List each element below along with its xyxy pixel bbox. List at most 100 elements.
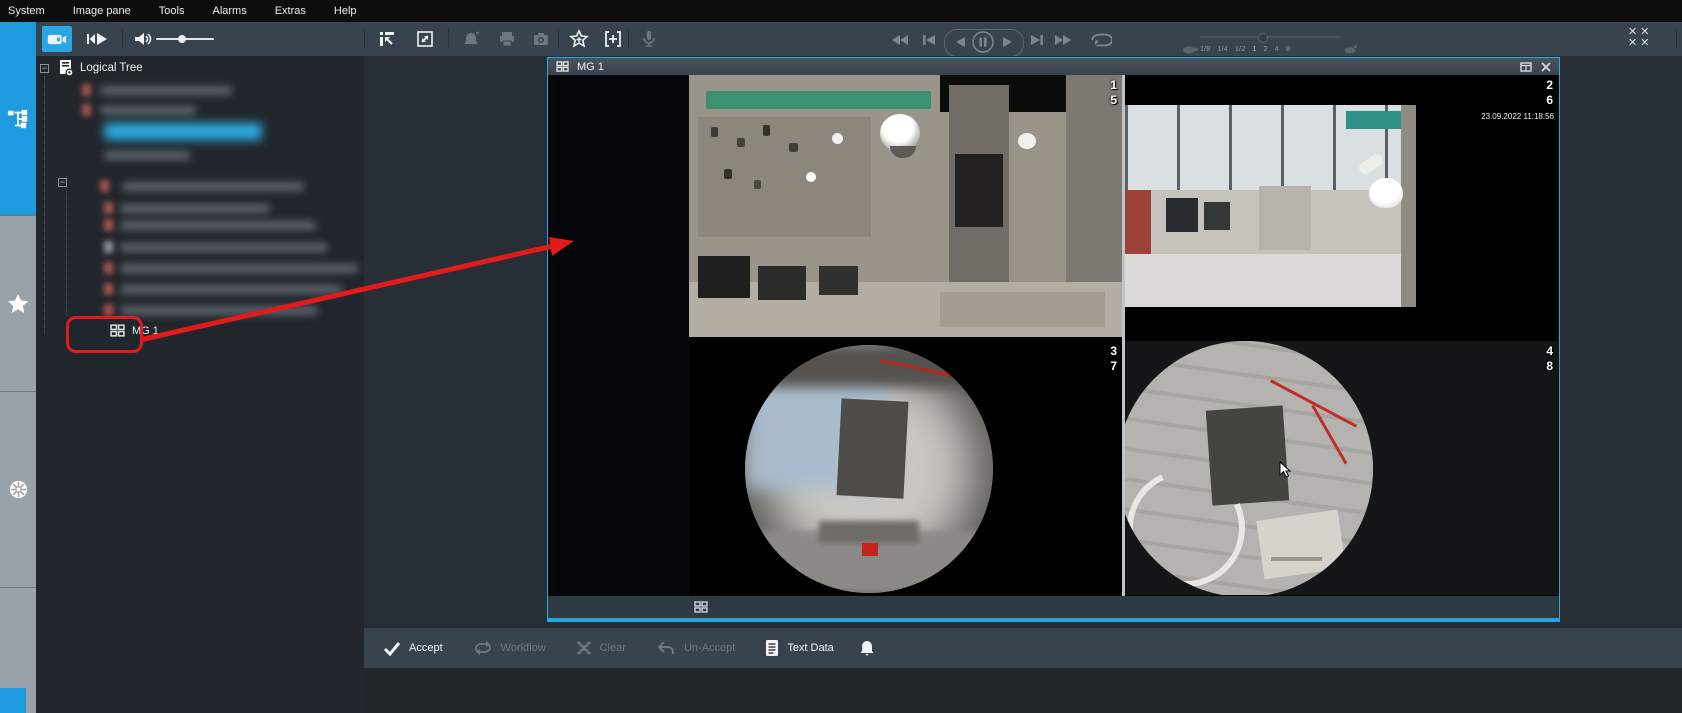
menu-extras[interactable]: Extras [275, 5, 306, 17]
speed-label-8: 8 [1286, 44, 1290, 53]
device-icon [100, 180, 109, 192]
tree-item-blurred[interactable] [36, 84, 356, 98]
toolbar-separator [122, 29, 123, 49]
maximize-icon [416, 30, 434, 48]
sidebar-tab-bookmarks[interactable] [0, 391, 36, 587]
microphone-button[interactable] [634, 26, 664, 52]
image-pane-title-bar[interactable]: MG 1 [548, 58, 1559, 75]
bookmark-burst-icon [7, 478, 30, 501]
fisheye-view-4 [1125, 341, 1373, 595]
camera-tile-2[interactable]: 26 23.09.2022 11:18:56 [1125, 75, 1558, 337]
tree-item-blurred[interactable] [36, 180, 356, 194]
add-favorite-button[interactable] [564, 26, 594, 52]
clear-x-icon [576, 640, 592, 656]
bracket-plus-icon [603, 30, 623, 48]
step-forward-icon[interactable] [1002, 36, 1013, 48]
volume-slider-handle[interactable] [178, 35, 186, 43]
device-icon [82, 104, 91, 116]
previous-frame-icon[interactable] [922, 34, 936, 46]
pane-bottom-bar [548, 596, 1559, 618]
alarm-action-toolbar: Accept Workflow Clear Un-Accept Text Dat… [364, 628, 1682, 668]
sidebar-tab-favorites[interactable] [0, 215, 36, 391]
tile-divider [1122, 75, 1125, 596]
red-marker [862, 543, 878, 556]
live-video-mode-button[interactable] [42, 26, 72, 52]
menu-help[interactable]: Help [334, 5, 357, 17]
rabbit-icon [1344, 44, 1359, 54]
tree-item-blurred[interactable] [36, 283, 356, 297]
pane-layout-icon[interactable] [1520, 62, 1532, 72]
text-data-button[interactable]: Text Data [750, 633, 848, 663]
tree-item-text-blurred [104, 151, 190, 160]
camera-tile-4[interactable]: 48 [1125, 341, 1558, 595]
annotation-red-box [66, 316, 143, 353]
pane-title-text: MG 1 [577, 61, 1512, 73]
next-frame-icon[interactable] [1030, 34, 1044, 46]
speed-label-1: 1 [1252, 44, 1256, 53]
menu-alarms[interactable]: Alarms [212, 5, 246, 17]
video-camera-icon [46, 32, 68, 47]
alarm-bell-button[interactable] [849, 633, 885, 663]
speed-label-1-2: 1/2 [1235, 44, 1245, 53]
speed-labels: 1/81/41/21248 [1200, 44, 1290, 53]
workflow-icon [473, 640, 493, 656]
sidebar-tab-logical-tree[interactable] [0, 22, 36, 215]
image-pane-mg1[interactable]: MG 1 [547, 57, 1560, 622]
accept-button[interactable]: Accept [368, 633, 458, 663]
tree-root-expander[interactable]: − [40, 64, 49, 73]
instant-playback-icon [85, 31, 109, 47]
layout-2x2-icon[interactable] [694, 601, 708, 613]
camera-tile-3[interactable]: 37 [689, 341, 1122, 595]
skip-back-icon[interactable] [891, 34, 909, 46]
bell-icon [859, 639, 875, 657]
menu-image-pane[interactable]: Image pane [73, 5, 131, 17]
check-icon [383, 640, 401, 656]
unaccept-button[interactable]: Un-Accept [641, 633, 750, 663]
loop-icon[interactable] [1088, 31, 1112, 49]
tree-item-blurred[interactable] [36, 149, 356, 163]
camera-grid-2x2: 15 [689, 75, 1558, 596]
instant-playback-button[interactable] [82, 26, 112, 52]
workflow-button[interactable]: Workflow [458, 633, 561, 663]
snapshot-button[interactable] [526, 26, 556, 52]
speed-label-1-8: 1/8 [1200, 44, 1210, 53]
restore-layout-button[interactable] [372, 26, 402, 52]
restore-layout-icon [378, 30, 396, 48]
menu-bar: System Image pane Tools Alarms Extras He… [0, 0, 1682, 22]
tree-item-blurred[interactable] [36, 262, 356, 276]
toolbar-separator [1676, 29, 1677, 49]
camera-tile-1[interactable]: 15 [689, 75, 1122, 337]
speed-label-1-4: 1/4 [1217, 44, 1227, 53]
add-bookmark-button[interactable] [598, 26, 628, 52]
close-all-image-panes-button[interactable]: ✕✕✕✕ [1628, 27, 1652, 49]
camera-scene-office [1125, 105, 1416, 307]
device-icon [104, 202, 113, 214]
step-back-icon[interactable] [955, 36, 966, 48]
tree-item-blurred[interactable] [36, 219, 356, 233]
menu-tools[interactable]: Tools [159, 5, 185, 17]
clear-button[interactable]: Clear [561, 633, 641, 663]
tree-item-blurred[interactable] [36, 202, 356, 216]
alarm-sequence-button[interactable] [456, 26, 486, 52]
speed-slider-handle[interactable] [1258, 33, 1268, 43]
device-icon [104, 283, 113, 295]
tree-item-text-blurred [120, 243, 328, 252]
maximize-pane-button[interactable] [410, 26, 440, 52]
pane-close-icon[interactable] [1541, 62, 1551, 72]
tree-item-blurred[interactable] [36, 241, 356, 255]
volume-button[interactable] [128, 26, 158, 52]
skip-forward-icon[interactable] [1054, 34, 1072, 46]
tree-item-selected-blurred [104, 123, 262, 140]
tree-item-blurred[interactable] [36, 104, 356, 118]
speed-slider-track[interactable] [1200, 36, 1340, 38]
print-button[interactable] [492, 26, 522, 52]
mouse-cursor [1279, 461, 1291, 479]
menu-system[interactable]: System [8, 5, 45, 17]
tree-item-text-blurred [120, 306, 318, 315]
tree-item-blurred[interactable] [36, 125, 356, 139]
pause-icon[interactable] [972, 31, 994, 53]
tile-1-numbers: 15 [1110, 78, 1117, 108]
tile-2-numbers: 26 [1546, 78, 1553, 108]
server-icon [58, 59, 74, 77]
image-window: MG 1 [364, 56, 1682, 628]
